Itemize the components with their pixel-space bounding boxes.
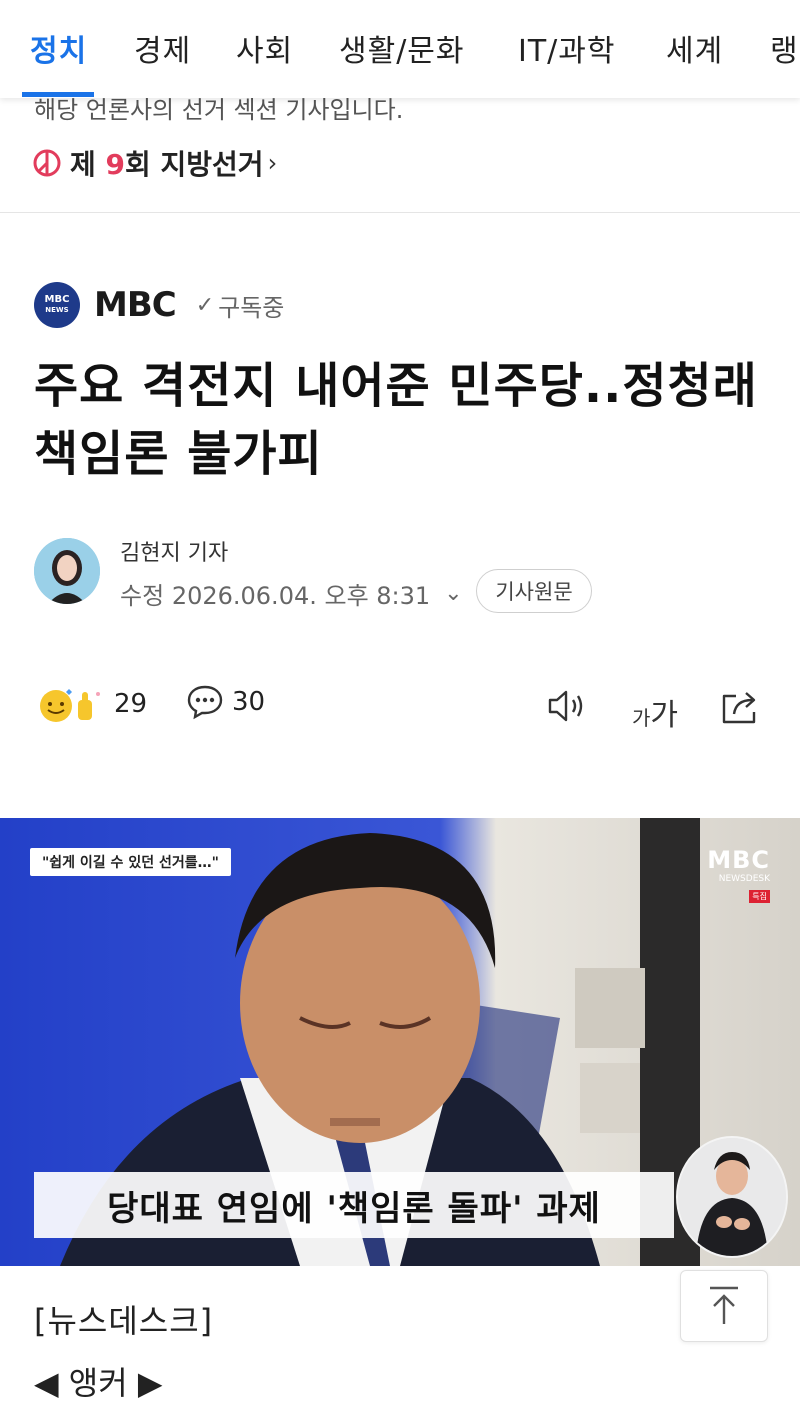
reaction-button[interactable]: 29 bbox=[36, 684, 147, 724]
tab-economy[interactable]: 경제 bbox=[134, 26, 191, 70]
active-tab-indicator bbox=[22, 92, 94, 97]
comment-icon bbox=[187, 685, 223, 720]
tab-life-culture[interactable]: 생활/문화 bbox=[339, 26, 465, 70]
election-banner-link[interactable]: 제 9회 지방선거 › bbox=[32, 143, 277, 183]
article-edited-time: 수정 2026.06.04. 오후 8:31 ⌄ bbox=[120, 581, 463, 610]
divider bbox=[0, 212, 800, 213]
tab-society[interactable]: 사회 bbox=[236, 26, 293, 70]
article-action-bar: 29 30 가가 bbox=[0, 682, 800, 734]
subscribe-button[interactable]: ✓ 구독중 bbox=[196, 288, 285, 323]
comment-button[interactable]: 30 bbox=[186, 684, 265, 720]
tab-ranking[interactable]: 랭 bbox=[770, 26, 799, 70]
reaction-emoji-icon bbox=[40, 689, 100, 722]
chevron-down-icon[interactable]: ⌄ bbox=[444, 581, 462, 606]
mbc-newsdesk-watermark: MBC NEWSDESK 특집 bbox=[707, 846, 770, 903]
comment-count: 30 bbox=[232, 687, 266, 717]
press-name[interactable]: MBC bbox=[94, 285, 177, 325]
sign-language-interpreter bbox=[676, 1136, 788, 1258]
share-icon[interactable] bbox=[720, 688, 762, 726]
speaker-icon[interactable] bbox=[546, 688, 588, 724]
press-logo[interactable]: MBC NEWS bbox=[34, 282, 80, 328]
tab-it-science[interactable]: IT/과학 bbox=[518, 26, 615, 70]
reporter-name[interactable]: 김현지 기자 bbox=[120, 535, 228, 567]
category-nav: 정치 경제 사회 생활/문화 IT/과학 세계 랭 bbox=[0, 0, 800, 98]
tab-world[interactable]: 세계 bbox=[666, 26, 723, 70]
election-banner-text: 제 9회 지방선거 bbox=[70, 148, 264, 181]
chevron-right-icon: › bbox=[267, 149, 278, 177]
arrow-up-icon bbox=[710, 1286, 738, 1324]
reporter-avatar[interactable] bbox=[34, 538, 100, 604]
vote-mark-icon bbox=[33, 149, 61, 177]
tab-politics[interactable]: 정치 bbox=[30, 26, 87, 70]
press-header: MBC NEWS MBC ✓ 구독중 bbox=[34, 280, 284, 330]
news-section-label: [뉴스데스크] bbox=[34, 1302, 214, 1340]
video-caption: 당대표 연임에 '책임론 돌파' 과제 bbox=[34, 1172, 674, 1238]
video-quote-label: "쉽게 이길 수 있던 선거를…" bbox=[30, 848, 231, 876]
scroll-to-top-button[interactable] bbox=[680, 1270, 768, 1342]
check-icon: ✓ bbox=[195, 292, 215, 318]
reporter-photo bbox=[34, 538, 100, 604]
reaction-count: 29 bbox=[114, 689, 148, 719]
article-headline: 주요 격전지 내어준 민주당..정청래 책임론 불가피 bbox=[34, 358, 758, 482]
original-article-button[interactable]: 기사원문 bbox=[476, 569, 592, 613]
font-size-button[interactable]: 가가 bbox=[632, 690, 678, 734]
anchor-label: ◀ 앵커 ▶ bbox=[34, 1364, 163, 1402]
